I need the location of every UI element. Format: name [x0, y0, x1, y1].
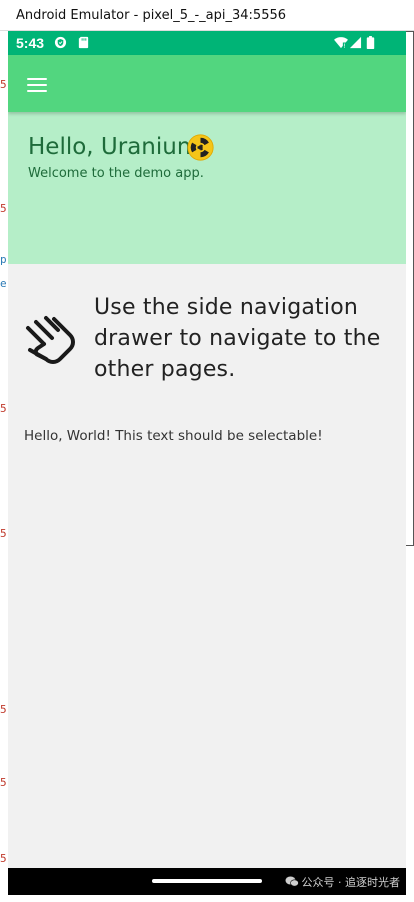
window-title: Android Emulator - pixel_5_-_api_34:5556	[16, 8, 287, 23]
gesture-handle[interactable]	[152, 879, 262, 883]
system-navigation-bar: 公众号 · 追逐时光者	[8, 868, 406, 895]
selectable-text[interactable]: Hello, World! This text should be select…	[24, 428, 323, 444]
greeting-title: Hello, Uranium!	[28, 134, 209, 160]
background-editor-gutter: 5, 5, p e 5, 5, 5, 5, 5,	[0, 31, 13, 902]
navigation-instruction: Use the side navigation drawer to naviga…	[94, 295, 381, 382]
swipe-hand-icon	[26, 316, 75, 364]
welcome-subtitle: Welcome to the demo app.	[28, 166, 204, 181]
watermark: 公众号 · 追逐时光者	[285, 874, 401, 890]
sd-card-icon	[78, 36, 89, 49]
battery-icon	[366, 36, 375, 49]
emulator-title-bar: Android Emulator - pixel_5_-_api_34:5556	[0, 0, 414, 31]
status-bar: 5:43 !	[8, 31, 406, 55]
wifi-icon: !	[334, 37, 348, 49]
status-time: 5:43	[16, 35, 45, 51]
shield-notification-icon	[54, 36, 67, 49]
background-window-edge	[406, 31, 414, 546]
svg-text:!: !	[343, 42, 346, 49]
gutter-glyph: p	[0, 253, 7, 266]
watermark-text: 公众号 · 追逐时光者	[301, 876, 401, 889]
main-content: Use the side navigation drawer to naviga…	[8, 264, 406, 868]
cell-signal-icon	[349, 36, 362, 49]
menu-button[interactable]	[20, 67, 54, 101]
welcome-header: Hello, Uranium! Welcome to the demo app.	[8, 112, 406, 264]
radiation-icon	[187, 134, 214, 161]
gutter-glyph: e	[0, 277, 7, 290]
phone-screen: 5:43 ! Hello, Uranium! Welcome to the de…	[8, 31, 406, 895]
hamburger-menu-icon	[27, 78, 47, 80]
app-bar	[8, 55, 406, 112]
wechat-icon	[285, 876, 299, 887]
